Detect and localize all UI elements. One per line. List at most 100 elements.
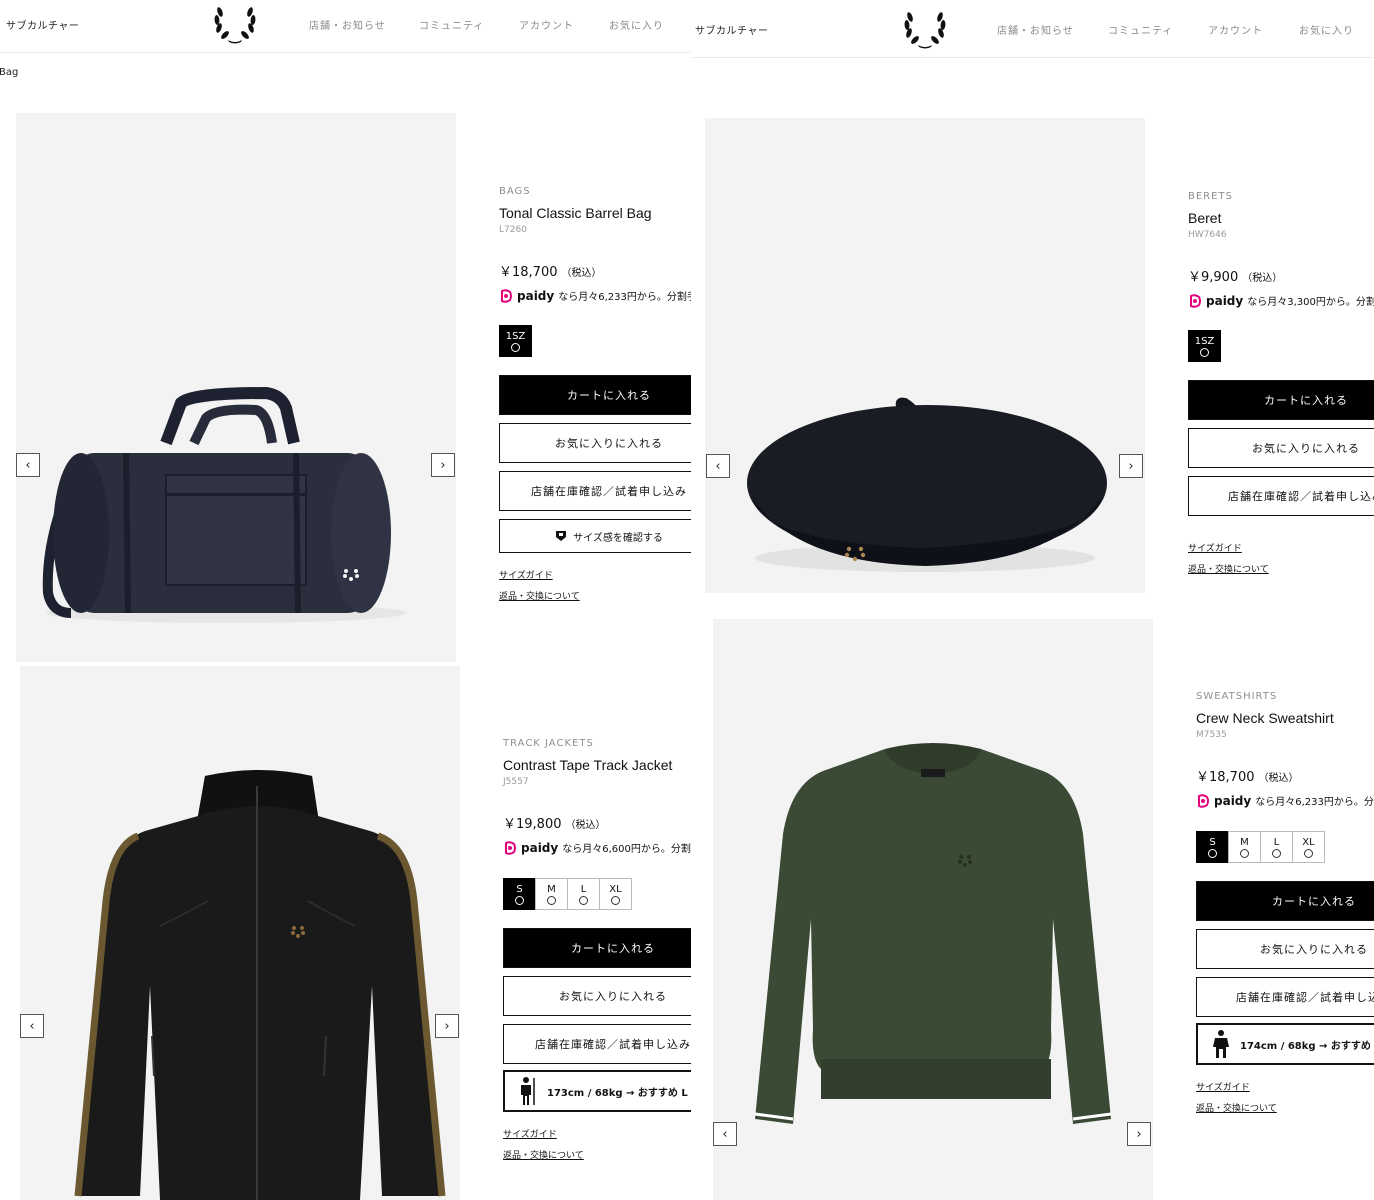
- product-image-jacket: [20, 666, 460, 1200]
- paidy-text: なら月々6,233円から。分割手数料: [558, 292, 691, 303]
- nav-link-favorites[interactable]: お気に入り: [1299, 22, 1354, 37]
- availability-circle-icon: [1304, 848, 1313, 858]
- availability-circle-icon: [1208, 848, 1217, 858]
- size-check-icon: [556, 531, 567, 541]
- price-value: ￥9,900: [1188, 270, 1239, 285]
- size-option-m[interactable]: M: [535, 878, 568, 910]
- store-stock-button[interactable]: 店舗在庫確認／試着申し込み: [503, 1024, 691, 1064]
- recommendation-text: 173cm / 68kg → おすすめ L: [547, 1087, 688, 1099]
- product-code: M7535: [1196, 730, 1227, 740]
- paidy-text: なら月々6,600円から。分割手数料: [562, 844, 691, 855]
- size-option-s[interactable]: S: [1196, 831, 1229, 863]
- size-option-s[interactable]: S: [503, 878, 536, 910]
- product-name: Crew Neck Sweatshirt: [1196, 710, 1334, 726]
- add-to-cart-button[interactable]: カートに入れる: [499, 375, 691, 415]
- availability-circle-icon: [579, 895, 588, 905]
- product-category[interactable]: BERETS: [1188, 191, 1233, 202]
- size-guide-link[interactable]: サイズガイド: [499, 568, 553, 581]
- store-stock-button[interactable]: 店舗在庫確認／試着申し込み: [1196, 977, 1374, 1017]
- size-label: 1SZ: [505, 330, 526, 342]
- returns-link[interactable]: 返品・交換について: [499, 589, 580, 602]
- price-value: ￥19,800: [503, 817, 562, 832]
- product-category[interactable]: SWEATSHIRTS: [1196, 691, 1277, 702]
- product-name: Beret: [1188, 210, 1222, 226]
- availability-circle-icon: [511, 342, 520, 352]
- nav-link-favorites[interactable]: お気に入り: [609, 17, 664, 32]
- size-option-1sz[interactable]: 1SZ: [1188, 330, 1221, 362]
- add-to-cart-button[interactable]: カートに入れる: [1196, 881, 1374, 921]
- paidy-installment[interactable]: paidy なら月々6,233円から。分割手数料: [499, 288, 691, 303]
- product-info-jacket: TRACK JACKETS Contrast Tape Track Jacket…: [503, 732, 691, 1172]
- nav-link-stores[interactable]: 店舗・お知らせ: [309, 17, 386, 32]
- price-tax-note: （税込）: [565, 820, 606, 831]
- product-name: Tonal Classic Barrel Bag: [499, 205, 652, 221]
- sweatshirt-illustration: [754, 743, 1112, 1124]
- product-price: ￥18,700 （税込）: [1196, 766, 1299, 785]
- size-option-xl[interactable]: XL: [599, 878, 632, 910]
- nav-link-community[interactable]: コミュニティ: [419, 17, 484, 32]
- size-recommendation-button[interactable]: 174cm / 68kg → おすすめ L: [1196, 1023, 1374, 1065]
- add-to-favorites-button[interactable]: お気に入りに入れる: [499, 423, 691, 463]
- nav-link-account[interactable]: アカウント: [1208, 22, 1263, 37]
- size-guide-link[interactable]: サイズガイド: [1196, 1080, 1250, 1093]
- product-price: ￥9,900 （税込）: [1188, 266, 1282, 285]
- size-option-l[interactable]: L: [567, 878, 600, 910]
- size-recommendation-button[interactable]: 173cm / 68kg → おすすめ L あ: [503, 1070, 691, 1112]
- nav-link-community[interactable]: コミュニティ: [1108, 22, 1173, 37]
- price-tax-note: （税込）: [1242, 273, 1283, 284]
- prev-image-arrow-jacket[interactable]: ‹: [20, 1014, 44, 1038]
- size-option-1sz[interactable]: 1SZ: [499, 325, 532, 357]
- size-option-m[interactable]: M: [1228, 831, 1261, 863]
- size-check-button[interactable]: サイズ感を確認する: [499, 519, 691, 553]
- nav-link-stores[interactable]: 店舗・お知らせ: [997, 22, 1074, 37]
- nav-brand-text[interactable]: サブカルチャー: [695, 22, 768, 37]
- size-selector: S M L XL: [503, 878, 632, 910]
- add-to-favorites-button[interactable]: お気に入りに入れる: [503, 976, 691, 1016]
- add-to-favorites-button[interactable]: お気に入りに入れる: [1188, 428, 1374, 468]
- left-pane: サブカルチャー 店舗・お知らせ コミュニティ アカウント お気に入り Bag ‹…: [0, 0, 691, 1200]
- laurel-logo-icon[interactable]: [211, 2, 259, 48]
- size-check-label: サイズ感を確認する: [573, 532, 663, 544]
- next-image-arrow-sweatshirt[interactable]: ›: [1127, 1122, 1151, 1146]
- breadcrumb[interactable]: Bag: [0, 67, 18, 78]
- price-tax-note: （税込）: [1258, 773, 1299, 784]
- add-to-favorites-button[interactable]: お気に入りに入れる: [1196, 929, 1374, 969]
- nav-link-account[interactable]: アカウント: [519, 17, 574, 32]
- next-image-arrow-jacket[interactable]: ›: [435, 1014, 459, 1038]
- size-label: XL: [1302, 836, 1315, 848]
- size-label: L: [1273, 836, 1280, 848]
- paidy-installment[interactable]: paidy なら月々3,300円から。分割手数料: [1188, 293, 1374, 308]
- returns-link[interactable]: 返品・交換について: [503, 1148, 584, 1161]
- size-guide-link[interactable]: サイズガイド: [503, 1127, 557, 1140]
- availability-circle-icon: [547, 895, 556, 905]
- add-to-cart-button[interactable]: カートに入れる: [1188, 380, 1374, 420]
- size-guide-link[interactable]: サイズガイド: [1188, 541, 1242, 554]
- prev-image-arrow-sweatshirt[interactable]: ‹: [713, 1122, 737, 1146]
- product-info-bag: BAGS Tonal Classic Barrel Bag L7260 ￥18,…: [499, 180, 691, 620]
- paidy-installment[interactable]: paidy なら月々6,233円から。分割手数料: [1196, 793, 1374, 808]
- product-image-sweatshirt: [713, 619, 1153, 1200]
- prev-image-arrow-bag[interactable]: ‹: [16, 453, 40, 477]
- size-option-l[interactable]: L: [1260, 831, 1293, 863]
- nav-brand-text[interactable]: サブカルチャー: [6, 17, 79, 32]
- product-info-beret: BERETS Beret HW7646 ￥9,900 （税込） paidy なら月…: [1188, 185, 1374, 585]
- paidy-installment[interactable]: paidy なら月々6,600円から。分割手数料: [503, 840, 691, 855]
- product-category[interactable]: BAGS: [499, 186, 531, 197]
- product-category[interactable]: TRACK JACKETS: [503, 738, 594, 749]
- returns-link[interactable]: 返品・交換について: [1196, 1101, 1277, 1114]
- next-image-arrow-beret[interactable]: ›: [1119, 454, 1143, 478]
- paidy-logo-icon: [501, 288, 512, 303]
- store-stock-button[interactable]: 店舗在庫確認／試着申し込み: [499, 471, 691, 511]
- returns-link[interactable]: 返品・交換について: [1188, 562, 1269, 575]
- size-option-xl[interactable]: XL: [1292, 831, 1325, 863]
- store-stock-button[interactable]: 店舗在庫確認／試着申し込み: [1188, 476, 1374, 516]
- availability-circle-icon: [611, 895, 620, 905]
- laurel-logo-icon[interactable]: [901, 7, 949, 53]
- add-to-cart-button[interactable]: カートに入れる: [503, 928, 691, 968]
- prev-image-arrow-beret[interactable]: ‹: [706, 454, 730, 478]
- next-image-arrow-bag[interactable]: ›: [431, 453, 455, 477]
- right-pane: サブカルチャー 店舗・お知らせ コミュニティ アカウント お気に入り ‹ › B…: [691, 0, 1374, 1200]
- product-image-bag: [16, 113, 456, 662]
- product-image-beret: [705, 118, 1145, 593]
- top-nav-left: サブカルチャー 店舗・お知らせ コミュニティ アカウント お気に入り: [0, 0, 691, 53]
